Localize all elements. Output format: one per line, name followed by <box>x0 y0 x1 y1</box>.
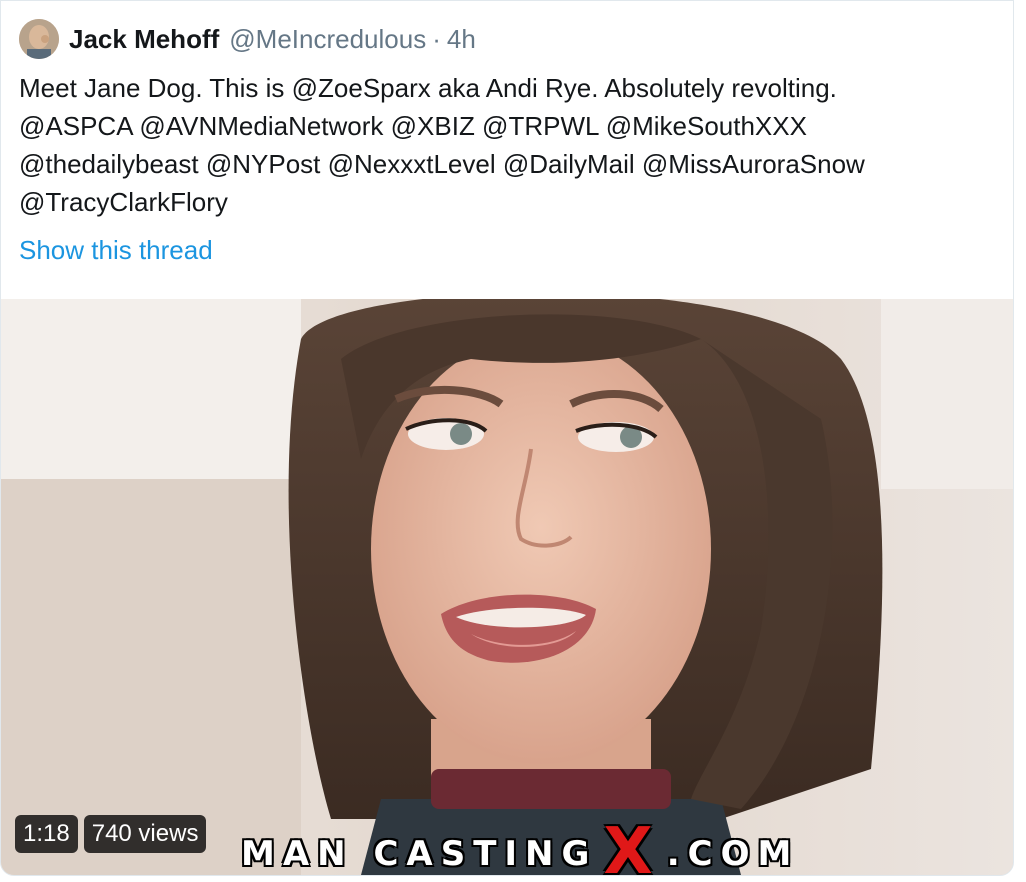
avatar[interactable] <box>19 19 59 59</box>
video-badge: 1:18 740 views <box>15 815 207 853</box>
tweet-text-line: @thedailybeast @NYPost @NexxxtLevel @Dai… <box>19 149 865 179</box>
video-player[interactable]: MAN CASTINGX .COM 1:18 740 views <box>1 299 1013 875</box>
tweet-text-line: Meet Jane Dog. This is @ZoeSparx aka And… <box>19 73 837 103</box>
separator-dot: · <box>432 23 441 54</box>
video-views: 740 views <box>83 815 207 853</box>
tweet-text-line: @TracyClarkFlory <box>19 187 228 217</box>
watermark-left-text: MAN CASTING <box>241 834 598 874</box>
watermark-right-text: .COM <box>666 834 800 874</box>
tweet-text-line: @ASPCA @AVNMediaNetwork @XBIZ @TRPWL @Mi… <box>19 111 807 141</box>
tweet-text: Meet Jane Dog. This is @ZoeSparx aka And… <box>19 69 1004 221</box>
author-name[interactable]: Jack Mehoff <box>69 24 219 55</box>
timestamp[interactable]: 4h <box>447 24 476 55</box>
watermark-x-logo: X <box>603 815 653 875</box>
show-thread-link[interactable]: Show this thread <box>19 231 213 269</box>
video-watermark: MAN CASTINGX .COM <box>241 807 799 875</box>
tweet-card[interactable]: Jack Mehoff @MeIncredulous · 4h Meet Jan… <box>0 0 1014 876</box>
video-frame <box>1 299 1013 875</box>
author-handle[interactable]: @MeIncredulous <box>229 24 426 55</box>
video-duration: 1:18 <box>15 815 78 853</box>
tweet-header: Jack Mehoff @MeIncredulous · 4h <box>19 17 476 61</box>
